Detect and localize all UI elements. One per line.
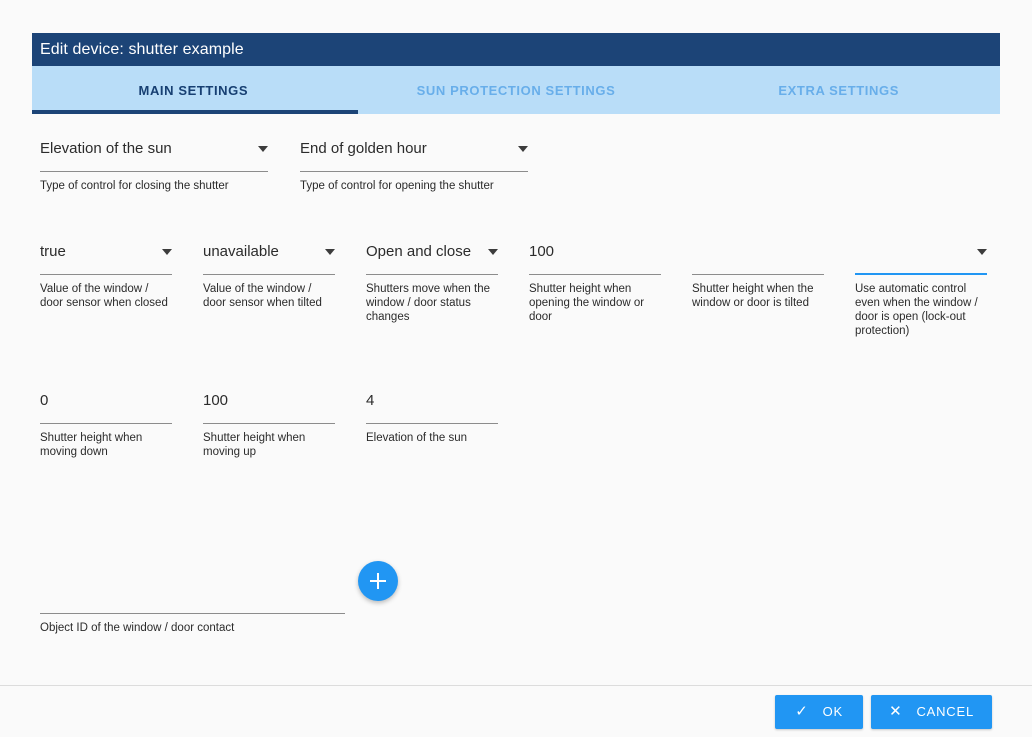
field-hint: Shutter height when moving up bbox=[203, 432, 306, 458]
tab-label: SUN PROTECTION SETTINGS bbox=[416, 82, 616, 98]
chevron-down-icon bbox=[488, 249, 498, 255]
dialog-title: Edit device: shutter example bbox=[40, 40, 244, 58]
tab-bar: MAIN SETTINGS SUN PROTECTION SETTINGS EX… bbox=[32, 66, 1000, 114]
field-hint: Type of control for closing the shutter bbox=[40, 180, 229, 192]
field-close-control-type: Elevation of the sun Type of control for… bbox=[40, 140, 268, 193]
field-value: Open and close bbox=[366, 243, 472, 260]
input-height-moving-down[interactable]: 0 bbox=[40, 392, 172, 424]
field-hint: Use automatic control even when the wind… bbox=[855, 283, 978, 337]
input-object-id[interactable] bbox=[40, 576, 345, 614]
add-button[interactable] bbox=[358, 561, 398, 601]
field-rows: Elevation of the sun Type of control for… bbox=[40, 114, 1032, 459]
close-icon: ✕ bbox=[889, 703, 903, 720]
field-object-id: Object ID of the window / door contact bbox=[40, 576, 400, 635]
settings-form: Elevation of the sun Type of control for… bbox=[0, 114, 1032, 685]
tab-label: EXTRA SETTINGS bbox=[778, 82, 899, 98]
select-lock-out-protection[interactable] bbox=[855, 243, 987, 275]
cancel-button[interactable]: ✕ CANCEL bbox=[871, 694, 992, 729]
field-value: true bbox=[40, 243, 66, 260]
dialog-footer: ✓ OK ✕ CANCEL bbox=[0, 686, 1032, 737]
field-lock-out-protection: Use automatic control even when the wind… bbox=[855, 243, 987, 338]
check-icon: ✓ bbox=[795, 703, 809, 720]
chevron-down-icon bbox=[162, 249, 172, 255]
input-sun-elevation[interactable]: 4 bbox=[366, 392, 498, 424]
tab-label: MAIN SETTINGS bbox=[138, 82, 249, 98]
field-value: 100 bbox=[529, 243, 555, 260]
field-height-moving-up: 100 Shutter height when moving up bbox=[203, 392, 335, 459]
field-hint: Value of the window / door sensor when t… bbox=[203, 283, 322, 309]
select-open-control-type[interactable]: End of golden hour bbox=[300, 140, 528, 172]
chevron-down-icon bbox=[977, 249, 987, 255]
ok-button[interactable]: ✓ OK bbox=[775, 694, 864, 729]
field-row-2: true Value of the window / door sensor w… bbox=[40, 243, 1032, 338]
field-hint: Type of control for opening the shutter bbox=[300, 180, 494, 192]
field-value: 4 bbox=[366, 392, 375, 409]
field-hint: Object ID of the window / door contact bbox=[40, 622, 235, 634]
field-hint: Shutter height when opening the window o… bbox=[529, 283, 645, 323]
select-shutter-move-on-status-change[interactable]: Open and close bbox=[366, 243, 498, 275]
input-height-when-open[interactable]: 100 bbox=[529, 243, 661, 275]
tab-extra-settings[interactable]: EXTRA SETTINGS bbox=[677, 66, 1000, 114]
ok-button-label: OK bbox=[822, 704, 843, 719]
field-hint: Value of the window / door sensor when c… bbox=[40, 283, 168, 309]
dialog-header: Edit device: shutter example bbox=[32, 33, 1000, 66]
field-sun-elevation: 4 Elevation of the sun bbox=[366, 392, 498, 459]
input-height-moving-up[interactable]: 100 bbox=[203, 392, 335, 424]
field-value: 100 bbox=[203, 392, 229, 409]
field-height-when-tilted: Shutter height when the window or door i… bbox=[692, 243, 824, 338]
input-height-when-tilted[interactable] bbox=[692, 243, 824, 275]
select-sensor-value-closed[interactable]: true bbox=[40, 243, 172, 275]
field-sensor-value-closed: true Value of the window / door sensor w… bbox=[40, 243, 172, 338]
select-close-control-type[interactable]: Elevation of the sun bbox=[40, 140, 268, 172]
field-hint: Shutter height when the window or door i… bbox=[692, 283, 814, 309]
chevron-down-icon bbox=[518, 146, 528, 152]
cancel-button-label: CANCEL bbox=[916, 704, 974, 719]
field-height-moving-down: 0 Shutter height when moving down bbox=[40, 392, 172, 459]
field-hint: Shutter height when moving down bbox=[40, 432, 143, 458]
plus-icon bbox=[370, 573, 386, 589]
tab-main-settings[interactable]: MAIN SETTINGS bbox=[32, 66, 355, 114]
field-open-control-type: End of golden hour Type of control for o… bbox=[300, 140, 528, 193]
field-sensor-value-tilted: unavailable Value of the window / door s… bbox=[203, 243, 335, 338]
chevron-down-icon bbox=[258, 146, 268, 152]
field-value: unavailable bbox=[203, 243, 279, 260]
chevron-down-icon bbox=[325, 249, 335, 255]
field-row-1: Elevation of the sun Type of control for… bbox=[40, 140, 1032, 193]
edit-device-dialog: Edit device: shutter example MAIN SETTIN… bbox=[0, 0, 1032, 737]
field-row-3: 0 Shutter height when moving down 100 Sh… bbox=[40, 392, 1032, 459]
select-sensor-value-tilted[interactable]: unavailable bbox=[203, 243, 335, 275]
field-value: Elevation of the sun bbox=[40, 140, 172, 157]
tab-sun-protection-settings[interactable]: SUN PROTECTION SETTINGS bbox=[355, 66, 678, 114]
field-value: End of golden hour bbox=[300, 140, 427, 157]
field-shutter-move-on-status-change: Open and close Shutters move when the wi… bbox=[366, 243, 498, 338]
field-hint: Shutters move when the window / door sta… bbox=[366, 283, 491, 323]
field-height-when-open: 100 Shutter height when opening the wind… bbox=[529, 243, 661, 338]
field-hint: Elevation of the sun bbox=[366, 432, 468, 444]
field-value: 0 bbox=[40, 392, 49, 409]
